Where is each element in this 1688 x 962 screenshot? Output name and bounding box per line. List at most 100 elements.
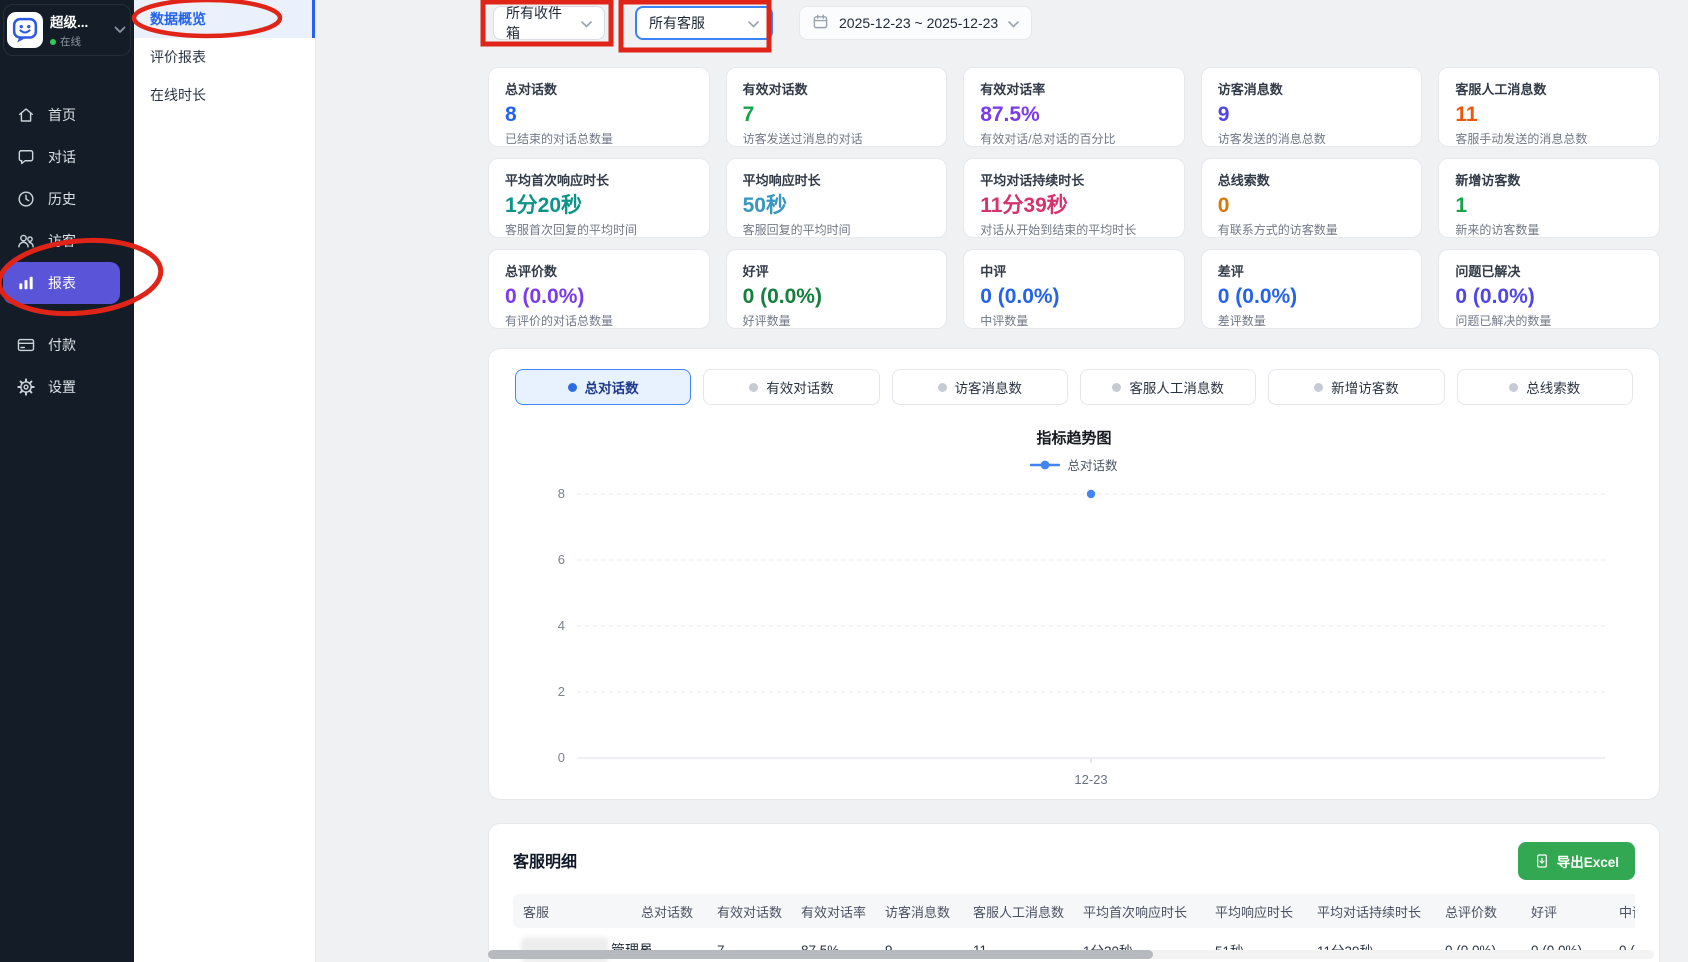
card-desc: 差评数量 <box>1218 312 1406 329</box>
svg-text:2: 2 <box>558 684 565 699</box>
sidebar-item-label: 报表 <box>48 273 76 293</box>
card-title: 平均对话持续时长 <box>980 170 1168 189</box>
reports-sub-sidebar: 数据概览 评价报表 在线时长 <box>134 0 316 962</box>
svg-text:0: 0 <box>558 750 565 765</box>
card-value: 1 <box>1455 193 1643 218</box>
subsidebar-item-rating-report[interactable]: 评价报表 <box>134 38 315 76</box>
legend-line-marker-icon <box>1030 460 1060 470</box>
card-title: 新增访客数 <box>1455 170 1643 189</box>
workspace-name: 超级... <box>50 11 88 31</box>
chart-tab-label: 新增访客数 <box>1331 377 1399 397</box>
calendar-icon <box>812 13 829 33</box>
main-area: 所有收件箱 所有客服 2025-12-23 ~ 2025-12-23 <box>316 0 1688 962</box>
chart-tab-valid-conversations[interactable]: 有效对话数 <box>703 369 879 405</box>
metric-card-positive-ratings: 好评 0 (0.0%) 好评数量 <box>726 249 948 329</box>
card-title: 客服人工消息数 <box>1455 79 1643 98</box>
subsidebar-item-label: 评价报表 <box>150 47 206 67</box>
sidebar-item-home[interactable]: 首页 <box>0 94 134 136</box>
tab-dot-icon <box>1112 383 1121 392</box>
legend-series-label: 总对话数 <box>1067 455 1117 474</box>
sidebar-item-label: 付款 <box>48 335 76 355</box>
chart-tab-new-visitors[interactable]: 新增访客数 <box>1268 369 1444 405</box>
sidebar-item-visitors[interactable]: 访客 <box>0 220 134 262</box>
card-value: 11分39秒 <box>980 193 1168 218</box>
chart-tab-total-conversations[interactable]: 总对话数 <box>515 369 691 405</box>
chart-legend: 总对话数 <box>515 455 1633 474</box>
agent-filter-value: 所有客服 <box>649 13 705 33</box>
app-window: 超级... 在线 首页 对话 <box>0 0 1688 962</box>
card-title: 有效对话数 <box>743 79 931 98</box>
metric-card-first-response-time: 平均首次响应时长 1分20秒 客服首次回复的平均时间 <box>488 158 710 238</box>
svg-text:6: 6 <box>558 552 565 567</box>
chart-tab-agent-messages[interactable]: 客服人工消息数 <box>1080 369 1256 405</box>
card-desc: 新来的访客数量 <box>1455 221 1643 238</box>
sidebar-item-reports[interactable]: 报表 <box>3 262 120 304</box>
col-avg-duration: 平均对话持续时长 <box>1309 894 1437 928</box>
chart-tab-total-leads[interactable]: 总线索数 <box>1457 369 1633 405</box>
card-desc: 对话从开始到结束的平均时长 <box>980 221 1168 238</box>
sidebar-item-conversations[interactable]: 对话 <box>0 136 134 178</box>
horizontal-scrollbar-thumb[interactable] <box>488 950 1153 959</box>
chart-tab-label: 总线索数 <box>1526 377 1580 397</box>
table-header-row: 客服 总对话数 有效对话数 有效对话率 访客消息数 客服人工消息数 平均首次响应… <box>513 894 1635 928</box>
chevron-down-icon <box>1008 15 1019 31</box>
metric-card-total-leads: 总线索数 0 有联系方式的访客数量 <box>1201 158 1423 238</box>
col-agent-messages: 客服人工消息数 <box>965 894 1075 928</box>
card-title: 总对话数 <box>505 79 693 98</box>
metric-card-avg-duration: 平均对话持续时长 11分39秒 对话从开始到结束的平均时长 <box>963 158 1185 238</box>
active-indicator-bar <box>312 0 315 38</box>
card-title: 问题已解决 <box>1455 261 1643 280</box>
date-range-value: 2025-12-23 ~ 2025-12-23 <box>839 15 998 31</box>
filter-bar: 所有收件箱 所有客服 2025-12-23 ~ 2025-12-23 <box>488 3 1660 43</box>
chart-metric-tabs: 总对话数 有效对话数 访客消息数 客服人工消息数 <box>515 369 1633 405</box>
sidebar-item-label: 对话 <box>48 147 76 167</box>
sidebar-item-history[interactable]: 历史 <box>0 178 134 220</box>
date-range-picker[interactable]: 2025-12-23 ~ 2025-12-23 <box>799 6 1032 40</box>
card-desc: 问题已解决的数量 <box>1455 312 1643 329</box>
gear-icon <box>16 377 36 397</box>
metric-card-visitor-messages: 访客消息数 9 访客发送的消息总数 <box>1201 67 1423 147</box>
subsidebar-item-label: 在线时长 <box>150 85 206 105</box>
tab-dot-icon <box>1314 383 1323 392</box>
sidebar-item-label: 历史 <box>48 189 76 209</box>
sidebar-item-payments[interactable]: 付款 <box>0 324 134 366</box>
home-icon <box>16 105 36 125</box>
card-title: 中评 <box>980 261 1168 280</box>
chart-tab-visitor-messages[interactable]: 访客消息数 <box>892 369 1068 405</box>
workspace-switcher[interactable]: 超级... 在线 <box>3 4 131 56</box>
card-desc: 客服手动发送的消息总数 <box>1455 130 1643 147</box>
subsidebar-item-online-duration[interactable]: 在线时长 <box>134 76 315 114</box>
card-title: 平均首次响应时长 <box>505 170 693 189</box>
sidebar-item-settings[interactable]: 设置 <box>0 366 134 408</box>
inbox-filter-dropdown[interactable]: 所有收件箱 <box>493 6 605 40</box>
card-title: 有效对话率 <box>980 79 1168 98</box>
agent-filter-dropdown[interactable]: 所有客服 <box>635 6 773 40</box>
col-valid-conversations: 有效对话数 <box>709 894 793 928</box>
subsidebar-item-data-overview[interactable]: 数据概览 <box>134 0 315 38</box>
trend-chart-panel: 总对话数 有效对话数 访客消息数 客服人工消息数 <box>488 348 1660 800</box>
card-value: 0 (0.0%) <box>1455 284 1643 309</box>
metric-card-valid-conversations: 有效对话数 7 访客发送过消息的对话 <box>726 67 948 147</box>
card-value: 1分20秒 <box>505 193 693 218</box>
card-desc: 有评价的对话总数量 <box>505 312 693 329</box>
col-total-ratings: 总评价数 <box>1437 894 1523 928</box>
card-desc: 有联系方式的访客数量 <box>1218 221 1406 238</box>
metric-card-resolved: 问题已解决 0 (0.0%) 问题已解决的数量 <box>1438 249 1660 329</box>
clock-icon <box>16 189 36 209</box>
chart-tab-label: 访客消息数 <box>955 377 1023 397</box>
visitors-people-icon <box>16 231 36 251</box>
inbox-filter-value: 所有收件箱 <box>506 3 571 43</box>
card-desc: 已结束的对话总数量 <box>505 130 693 147</box>
chart-tab-label: 客服人工消息数 <box>1129 377 1224 397</box>
export-excel-button[interactable]: 导出Excel <box>1518 842 1635 880</box>
card-desc: 好评数量 <box>743 312 931 329</box>
metric-card-avg-response-time: 平均响应时长 50秒 客服回复的平均时间 <box>726 158 948 238</box>
sidebar-item-label: 访客 <box>48 231 76 251</box>
col-valid-rate: 有效对话率 <box>793 894 877 928</box>
card-title: 总线索数 <box>1218 170 1406 189</box>
col-visitor-messages: 访客消息数 <box>877 894 965 928</box>
chevron-down-icon <box>581 15 592 31</box>
horizontal-scrollbar-track[interactable] <box>488 950 1654 959</box>
export-button-label: 导出Excel <box>1557 851 1619 871</box>
card-title: 好评 <box>743 261 931 280</box>
